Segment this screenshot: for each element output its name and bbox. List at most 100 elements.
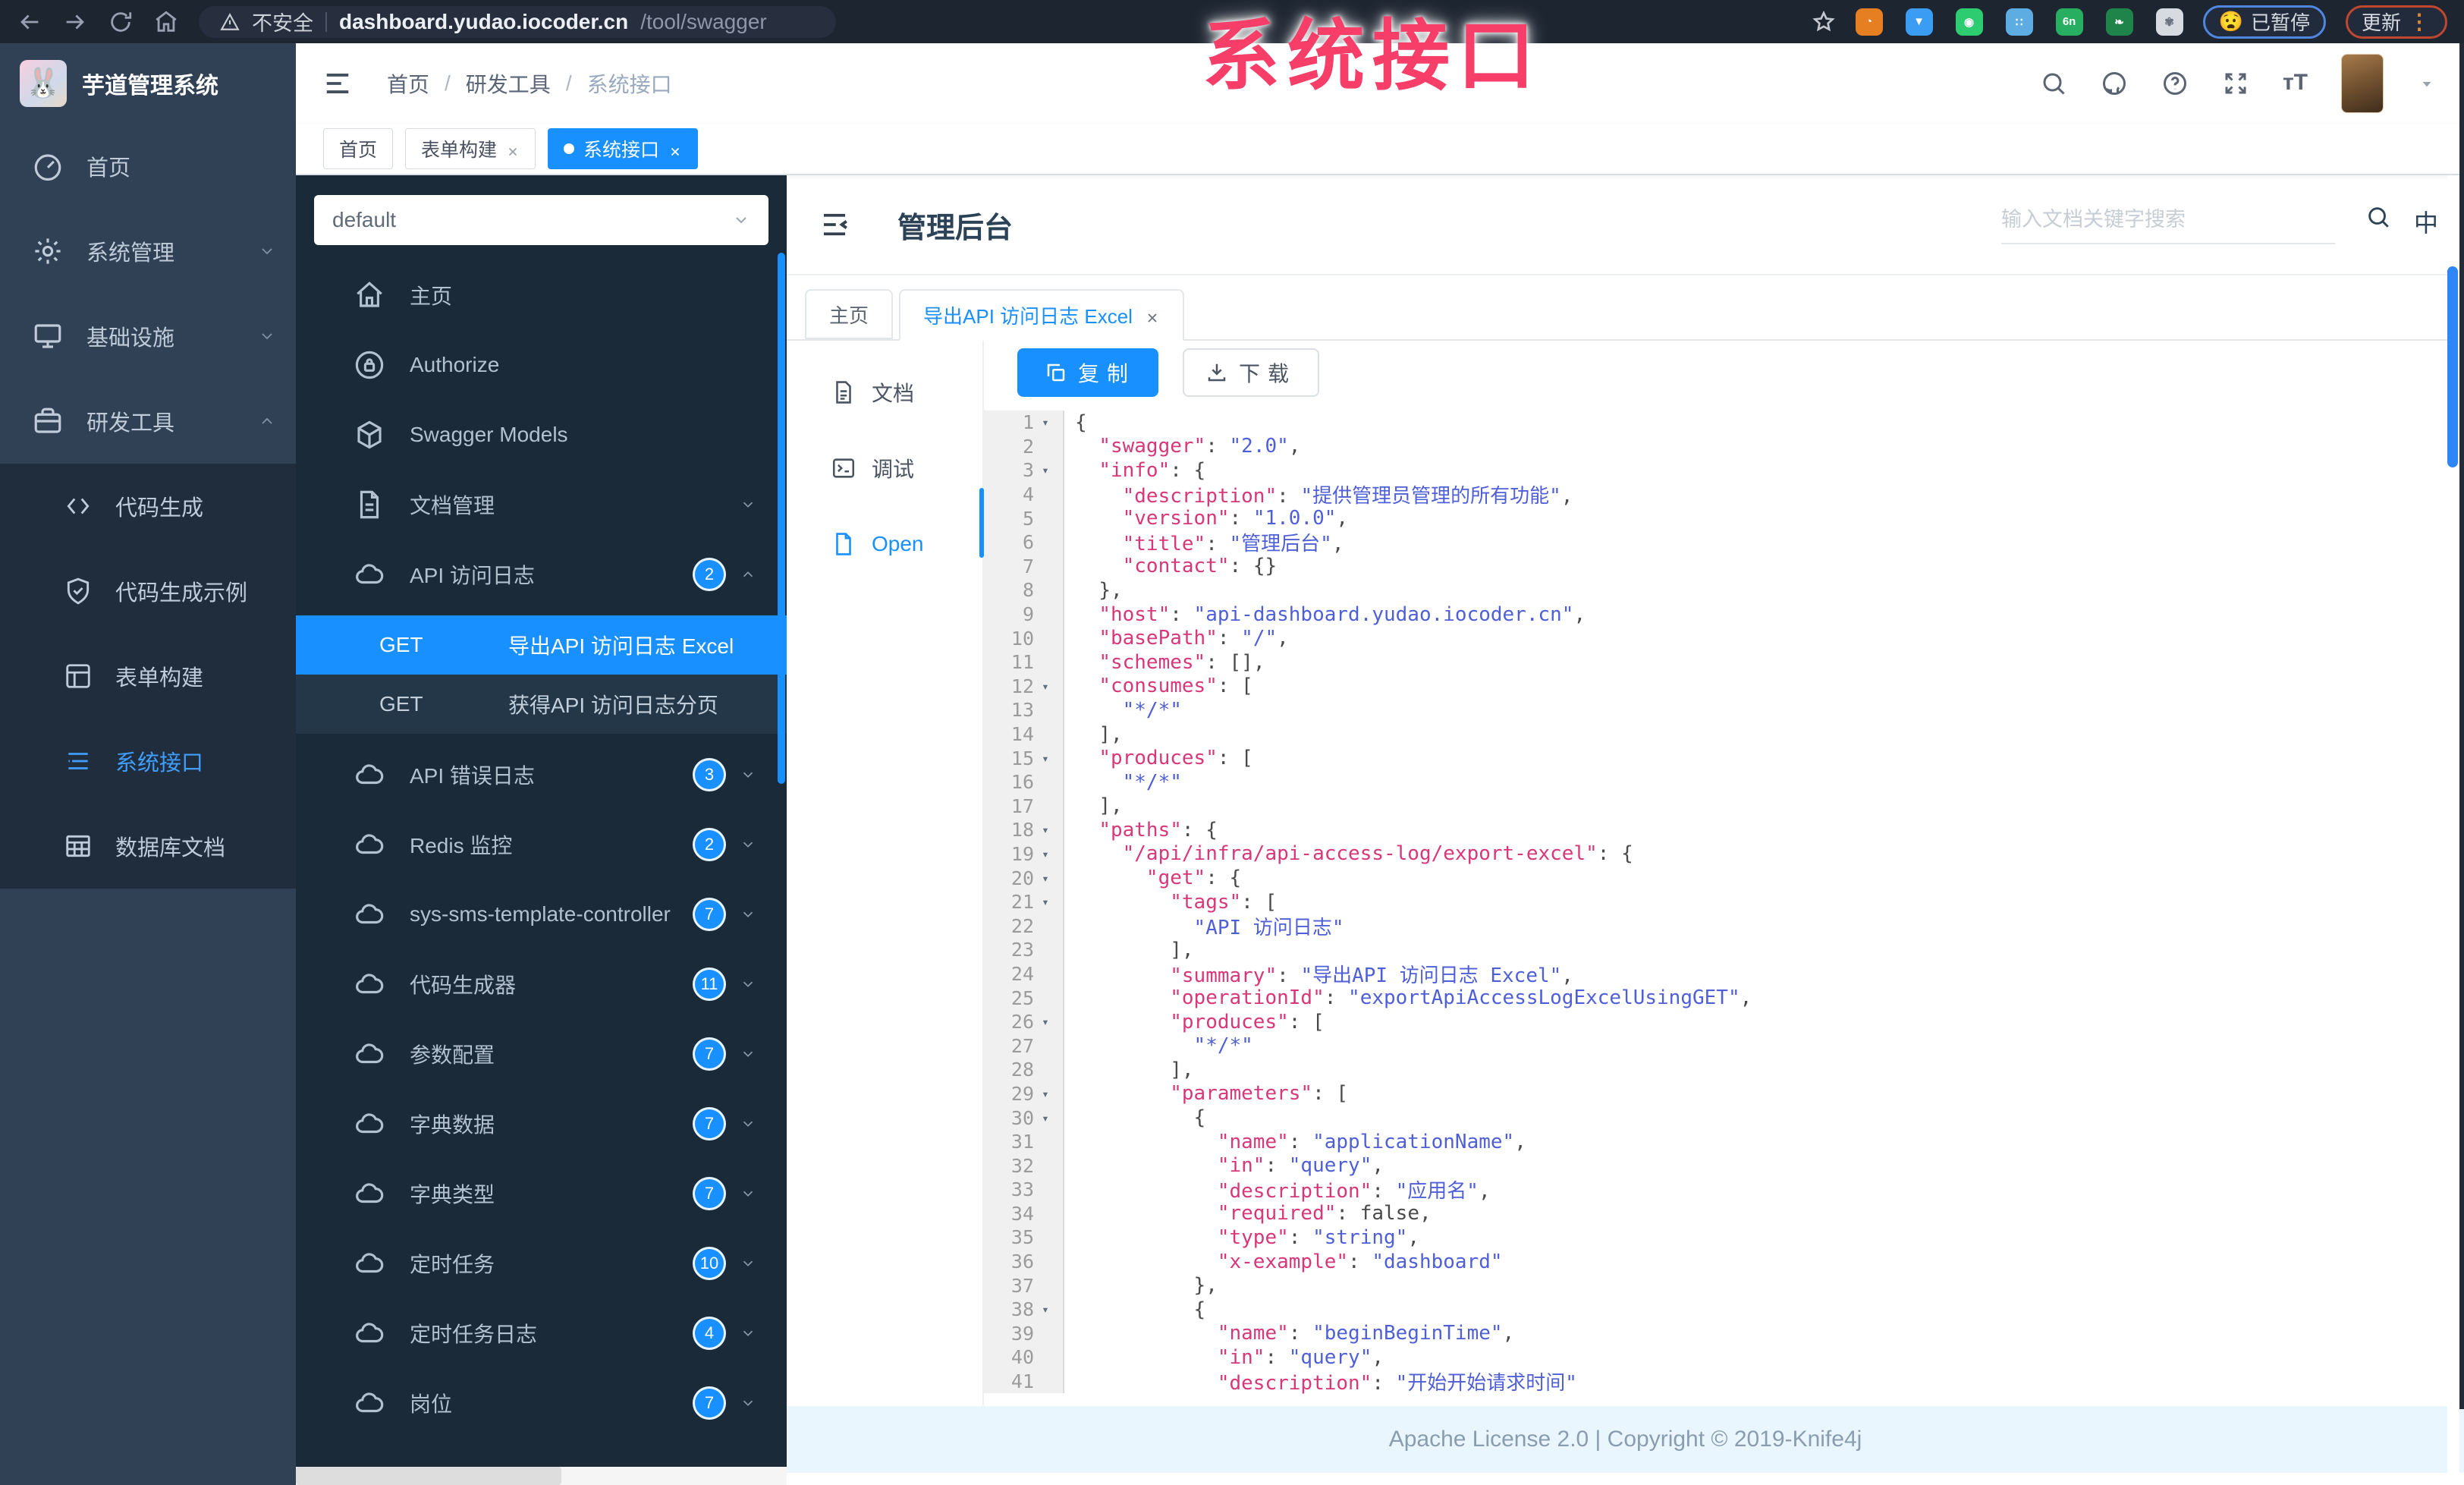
back-icon[interactable] xyxy=(17,9,42,35)
green-6n-extension[interactable]: 6n xyxy=(2055,8,2083,36)
sidebar-item-系统管理[interactable]: 系统管理 xyxy=(0,209,296,294)
doc-search-icon[interactable] xyxy=(2365,204,2391,230)
side-tab-Open[interactable]: Open xyxy=(787,520,982,568)
sidebar-item-研发工具[interactable]: 研发工具 xyxy=(0,379,296,464)
fold-arrow-icon[interactable]: ▾ xyxy=(1034,823,1057,837)
sidebar-item-首页[interactable]: 首页 xyxy=(0,124,296,209)
code-line: 25 "operationId": "exportApiAccessLogExc… xyxy=(984,986,2443,1010)
blue-grid-extension[interactable]: ∷ xyxy=(2005,8,2033,36)
fold-arrow-icon[interactable]: ▾ xyxy=(1034,415,1057,429)
doc-tab-导出API 访问日志 Excel[interactable]: 导出API 访问日志 Excel xyxy=(899,289,1184,341)
tag-tab-系统接口[interactable]: 系统接口 xyxy=(548,128,699,169)
address-bar[interactable]: 不安全 dashboard.yudao.iocoder.cn/tool/swag… xyxy=(199,5,836,38)
fold-arrow-icon[interactable]: ▾ xyxy=(1034,463,1057,477)
line-number: 2 xyxy=(1022,435,1034,458)
knife4j-item-参数配置[interactable]: 参数配置 7 xyxy=(296,1019,787,1089)
green-leaf-extension[interactable]: ❧ xyxy=(2105,8,2133,36)
green-shield-extension[interactable]: ◉ xyxy=(1955,8,1983,36)
close-icon[interactable] xyxy=(1145,307,1160,322)
sidebar-subitem-代码生成[interactable]: 代码生成 xyxy=(0,464,296,549)
fold-arrow-icon[interactable]: ▾ xyxy=(1034,847,1057,861)
knife4j-item-Swagger Models[interactable]: Swagger Models xyxy=(296,400,787,470)
knife4j-item-定时任务日志[interactable]: 定时任务日志 4 xyxy=(296,1298,787,1368)
knife4j-item-API 访问日志[interactable]: API 访问日志 2 xyxy=(296,540,787,609)
api-item-导出API 访问日志 Excel[interactable]: GET 导出API 访问日志 Excel xyxy=(296,615,787,675)
font-size-icon[interactable]: тT xyxy=(2283,70,2308,97)
app-logo[interactable]: 🐰 芋道管理系统 xyxy=(0,43,296,124)
knife4j-item-代码生成器[interactable]: 代码生成器 11 xyxy=(296,949,787,1019)
close-icon[interactable] xyxy=(506,142,520,156)
knife4j-item-主页[interactable]: 主页 xyxy=(296,260,787,330)
fullscreen-icon[interactable] xyxy=(2222,70,2249,97)
fold-arrow-icon[interactable]: ▾ xyxy=(1034,1302,1057,1317)
sidebar-subitem-表单构建[interactable]: 表单构建 xyxy=(0,634,296,719)
knife4j-item-字典数据[interactable]: 字典数据 7 xyxy=(296,1089,787,1159)
download-button[interactable]: 下载 xyxy=(1183,348,1320,397)
knife4j-item-定时任务[interactable]: 定时任务 10 xyxy=(296,1229,787,1298)
fold-arrow-icon[interactable]: ▾ xyxy=(1034,895,1057,909)
browser-update-button[interactable]: 更新 ⋮ xyxy=(2345,5,2447,39)
reload-icon[interactable] xyxy=(108,9,134,35)
page-scrollbar-thumb[interactable] xyxy=(2447,266,2458,467)
sidebar-item-label: 基础设施 xyxy=(86,326,175,351)
line-gutter: 8 xyxy=(984,578,1064,602)
breadcrumb-item-研发工具[interactable]: 研发工具 xyxy=(466,68,551,99)
tag-tab-表单构建[interactable]: 表单构建 xyxy=(405,128,536,169)
fold-arrow-icon[interactable]: ▾ xyxy=(1034,1087,1057,1101)
menu-fold-icon[interactable] xyxy=(819,209,850,241)
page-scrollbar[interactable] xyxy=(2447,175,2459,1485)
breadcrumb-item-首页[interactable]: 首页 xyxy=(387,68,429,99)
knife4j-item-Redis 监控[interactable]: Redis 监控 2 xyxy=(296,810,787,879)
avatar-caret-icon[interactable] xyxy=(2417,74,2437,93)
orange-ring-extension[interactable]: ◔ xyxy=(1855,8,1883,36)
sidebar-scrollbar-thumb[interactable] xyxy=(778,253,785,784)
copy-button[interactable]: 复制 xyxy=(1017,348,1159,397)
language-switch-icon[interactable]: 中 xyxy=(2414,204,2438,239)
code-text: "*/*" xyxy=(1193,1034,1253,1058)
knife4j-item-sys-sms-template-controller[interactable]: sys-sms-template-controller 7 xyxy=(296,879,787,949)
api-group-select[interactable]: default xyxy=(314,195,768,245)
tag-label: 系统接口 xyxy=(583,140,660,161)
sidebar-subitem-代码生成示例[interactable]: 代码生成示例 xyxy=(0,549,296,634)
close-icon[interactable] xyxy=(668,142,682,156)
side-tab-调试[interactable]: 调试 xyxy=(787,444,982,492)
search-icon[interactable] xyxy=(2040,70,2067,97)
line-gutter: 21 ▾ xyxy=(984,889,1064,914)
help-icon[interactable] xyxy=(2161,70,2189,97)
tag-tab-首页[interactable]: 首页 xyxy=(323,128,394,169)
chev-up xyxy=(740,566,756,583)
sidebar-hscrollbar[interactable] xyxy=(296,1467,787,1485)
fold-arrow-icon[interactable]: ▾ xyxy=(1034,871,1057,886)
fold-arrow-icon[interactable]: ▾ xyxy=(1034,1111,1057,1125)
bookmark-star-icon[interactable] xyxy=(1812,10,1836,34)
white-paw-extension[interactable]: ✾ xyxy=(2155,8,2183,36)
forward-icon[interactable] xyxy=(62,9,88,35)
blue-drop-extension[interactable]: ▼ xyxy=(1905,8,1933,36)
doc-tab-主页[interactable]: 主页 xyxy=(805,289,894,339)
browser-menu-icon[interactable]: ⋮ xyxy=(2409,9,2431,34)
sidebar-item-基础设施[interactable]: 基础设施 xyxy=(0,294,296,379)
knife4j-item-Authorize[interactable]: Authorize xyxy=(296,330,787,400)
sidebar-subitem-系统接口[interactable]: 系统接口 xyxy=(0,719,296,804)
knife4j-item-岗位[interactable]: 岗位 7 xyxy=(296,1368,787,1438)
paused-extension-button[interactable]: 😧 已暂停 xyxy=(2202,5,2326,39)
sidebar-subitem-数据库文档[interactable]: 数据库文档 xyxy=(0,804,296,889)
knife4j-item-字典类型[interactable]: 字典类型 7 xyxy=(296,1159,787,1229)
line-gutter: 16 xyxy=(984,769,1064,794)
home-icon[interactable] xyxy=(153,9,179,35)
knife4j-item-文档管理[interactable]: 文档管理 xyxy=(296,470,787,540)
fold-arrow-icon[interactable]: ▾ xyxy=(1034,1015,1057,1029)
knife4j-item-API 错误日志[interactable]: API 错误日志 3 xyxy=(296,740,787,810)
fold-arrow-icon[interactable]: ▾ xyxy=(1034,751,1057,766)
chev-down xyxy=(740,1115,756,1132)
doc-title: 管理后台 xyxy=(897,212,1014,244)
side-tab-文档[interactable]: 文档 xyxy=(787,368,982,417)
copy-icon xyxy=(1045,361,1067,384)
json-editor[interactable]: 1 ▾{2 "swagger": "2.0", 3 ▾ "info": {4 "des… xyxy=(984,411,2443,1406)
fold-arrow-icon[interactable]: ▾ xyxy=(1034,679,1057,694)
sidebar-collapse-icon[interactable] xyxy=(323,69,352,98)
api-item-获得API 访问日志分页[interactable]: GET 获得API 访问日志分页 xyxy=(296,675,787,734)
doc-search-input[interactable]: 输入文档关键字搜索 xyxy=(2001,203,2350,244)
github-icon[interactable] xyxy=(2101,70,2128,97)
user-avatar[interactable] xyxy=(2341,54,2384,113)
